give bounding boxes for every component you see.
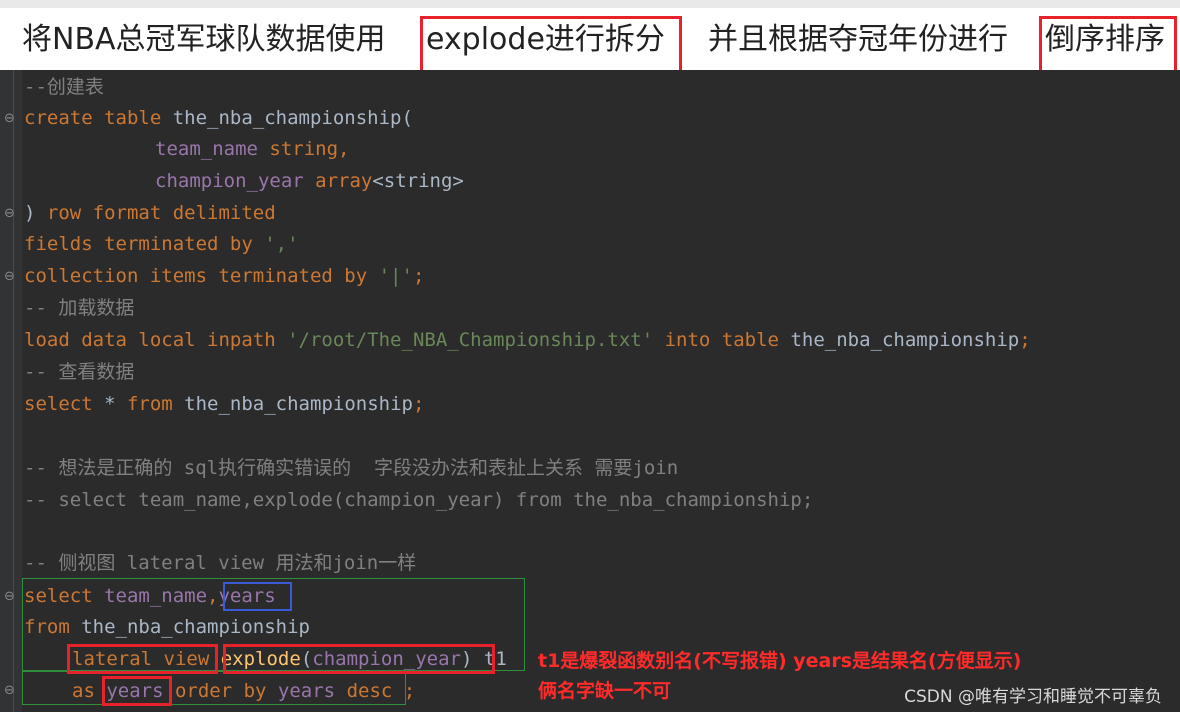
- watermark: CSDN @唯有学习和睡觉不可辜负: [904, 687, 1162, 707]
- code-line: fields terminated by ',': [24, 233, 299, 255]
- code-line: collection items terminated by '|';: [24, 265, 425, 287]
- code-line: -- 想法是正确的 sql执行确实错误的 字段没办法和表扯上关系 需要join: [24, 457, 679, 479]
- code-line: load data local inpath '/root/The_NBA_Ch…: [24, 329, 1031, 351]
- code-line: create table the_nba_championship(: [24, 107, 413, 129]
- code-line: -- 侧视图 lateral view 用法和join一样: [24, 552, 417, 574]
- title-highlight-box-1: [420, 16, 682, 74]
- title-part1: 将NBA总冠军球队数据使用: [22, 22, 386, 57]
- editor-gutter: [0, 70, 22, 712]
- fold-icon[interactable]: ⊖: [4, 270, 16, 283]
- code-line: ) row format delimited: [24, 202, 276, 224]
- code-line: -- 查看数据: [24, 361, 135, 383]
- annotation-note-1: t1是爆裂函数别名(不写报错) years是结果名(方便显示): [538, 650, 1022, 672]
- code-line: -- select team_name,explode(champion_yea…: [24, 489, 814, 511]
- fold-icon[interactable]: ⊖: [4, 207, 16, 220]
- code-line: -- 加载数据: [24, 297, 135, 319]
- lateral-view-box: [67, 644, 218, 674]
- top-strip: [0, 0, 1180, 8]
- lateral-view-group-box: [22, 671, 406, 705]
- title-part2: 并且根据夺冠年份进行: [708, 22, 1008, 57]
- years-column-box: [223, 582, 292, 611]
- code-line: select * from the_nba_championship;: [24, 393, 425, 415]
- fold-icon[interactable]: ⊖: [4, 684, 16, 697]
- gutter-fold-line: [13, 70, 14, 712]
- years-alias-box: [102, 676, 172, 706]
- annotation-note-2: 俩名字缺一不可: [538, 680, 672, 702]
- code-line: --创建表: [24, 76, 104, 98]
- fold-icon[interactable]: ⊖: [4, 590, 16, 603]
- title-highlight-box-2: [1039, 16, 1177, 74]
- explode-box: [223, 644, 495, 674]
- code-line: champion_year array<string>: [155, 170, 464, 192]
- fold-icon[interactable]: ⊖: [4, 112, 16, 125]
- code-line: team_name string,: [155, 138, 350, 160]
